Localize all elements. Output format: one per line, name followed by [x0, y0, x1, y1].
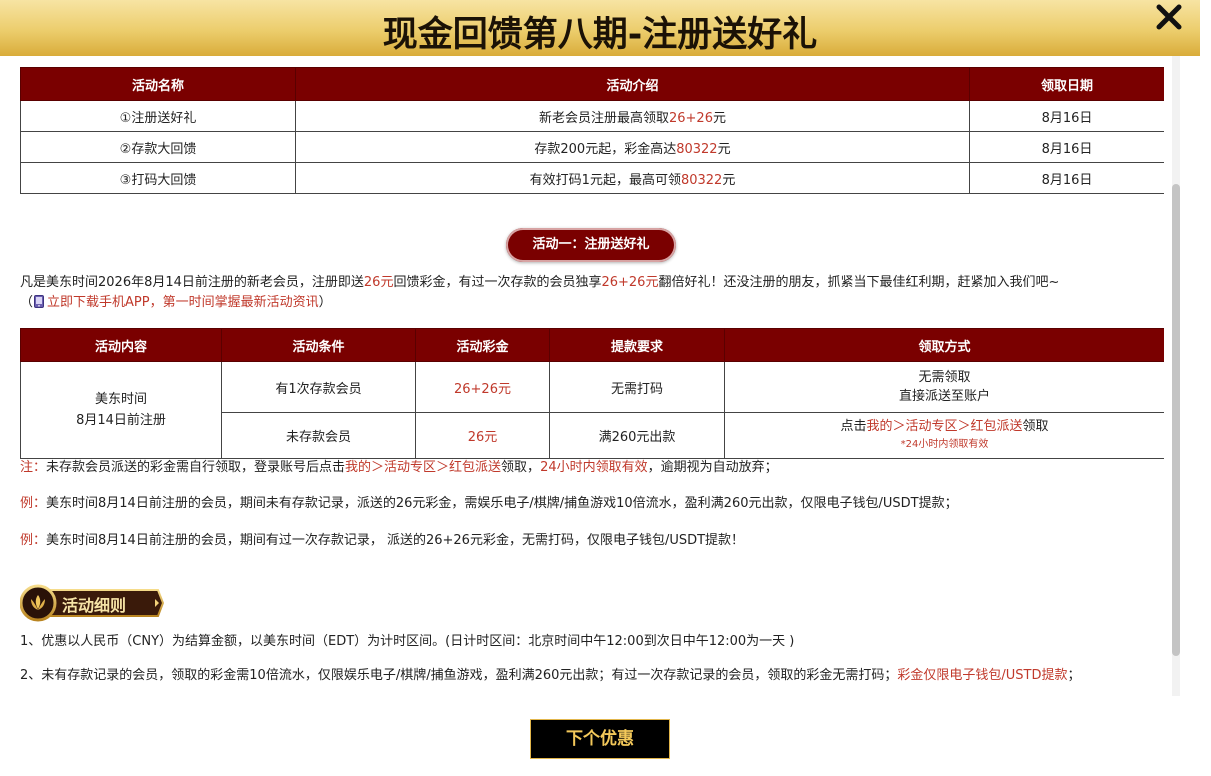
red-packet-link[interactable]: 我的＞活动专区＞红包派送 — [866, 419, 1022, 434]
intro-highlight: 26+26 — [669, 110, 713, 126]
rule-text: ； — [1067, 668, 1081, 683]
content-line: 美东时间 — [94, 392, 147, 407]
intro-text: 回馈彩金，有过一次存款的会员独享 — [393, 275, 602, 290]
intro-text: 凡是美东时间2026年8月14日前注册的新老会员，注册即送 — [20, 275, 364, 290]
claim-line: 无需领取 — [918, 370, 971, 385]
detail-header-row: 活动内容 活动条件 活动彩金 提款要求 领取方式 — [20, 328, 1164, 362]
detail-cell-condition: 有1次存款会员 — [221, 361, 416, 413]
rules-badge-label: 活动细则 — [62, 596, 127, 615]
table-row: ③打码大回馈 有效打码1元起，最高可领80322元 8月16日 — [20, 162, 1164, 194]
detail-cell-withdraw: 无需打码 — [549, 361, 725, 413]
summary-cell-date: 8月16日 — [969, 100, 1164, 132]
detail-table: 活动内容 活动条件 活动彩金 提款要求 领取方式 美东时间 8月14日前注册 有… — [20, 328, 1164, 459]
close-icon-svg — [1156, 4, 1182, 30]
note-3: 例：美东时间8月14日前注册的会员，期间有过一次存款记录， 派送的26+26元彩… — [20, 531, 744, 551]
intro-highlight: 26元 — [363, 275, 394, 290]
claim-text: 领取 — [1022, 419, 1049, 434]
note-highlight: 24小时内领取有效 — [540, 460, 648, 475]
table-row: ②存款大回馈 存款200元起，彩金高达80322元 8月16日 — [20, 131, 1164, 163]
content-scrollbar[interactable] — [1170, 56, 1182, 696]
detail-cell-bonus: 26元 — [415, 412, 550, 459]
intro-text: 有效打码1元起，最高可领 — [529, 172, 681, 188]
laurel-icon-svg — [31, 595, 45, 610]
claim-note: *24小时内领取有效 — [900, 439, 989, 450]
note-text: 未存款会员派送的彩金需自行领取，登录账号后点击 — [46, 460, 346, 475]
detail-header-claim: 领取方式 — [724, 328, 1164, 362]
detail-cell-content: 美东时间 8月14日前注册 — [20, 361, 222, 459]
detail-cell-claim: 点击我的＞活动专区＞红包派送领取 *24小时内领取有效 — [724, 412, 1164, 459]
summary-table: 活动名称 活动介绍 领取日期 ①注册送好礼 新老会员注册最高领取26+26元 8… — [20, 67, 1164, 194]
intro-paragraph: 凡是美东时间2026年8月14日前注册的新老会员，注册即送26元回馈彩金，有过一… — [20, 273, 1164, 313]
summary-cell-date: 8月16日 — [969, 162, 1164, 194]
page-title: 现金回馈第八期-注册送好礼 — [382, 15, 818, 55]
summary-header-name: 活动名称 — [20, 67, 296, 101]
detail-cell-claim: 无需领取 直接派送至账户 — [724, 361, 1164, 413]
summary-header-date: 领取日期 — [969, 67, 1164, 101]
intro-highlight: 80322 — [680, 172, 723, 188]
detail-header-bonus: 活动彩金 — [415, 328, 550, 362]
detail-cell-condition: 未存款会员 — [221, 412, 416, 459]
note-label: 例： — [20, 496, 47, 511]
note-text: 领取， — [501, 460, 541, 475]
section-pill: 活动一：注册送好礼 — [506, 228, 676, 262]
intro-text: 翻倍好礼！还没注册的朋友，抓紧当下最佳红利期，赶紧加入我们吧~ — [658, 275, 1060, 290]
intro-text: 新老会员注册最高领取 — [538, 110, 669, 126]
summary-cell-name: ③打码大回馈 — [20, 162, 296, 194]
note-text: 美东时间8月14日前注册的会员，期间未有存款记录，派送的26元彩金，需娱乐电子/… — [46, 496, 958, 511]
detail-cell-withdraw: 满260元出款 — [549, 412, 725, 459]
note-2: 例：美东时间8月14日前注册的会员，期间未有存款记录，派送的26元彩金，需娱乐电… — [20, 494, 958, 514]
summary-cell-date: 8月16日 — [969, 131, 1164, 163]
intro-suffix: 元 — [722, 172, 736, 188]
intro-highlight: 80322 — [676, 141, 718, 157]
phone-icon-svg — [34, 295, 45, 308]
promo-dialog: 现金回馈第八期-注册送好礼 活动名称 活动介绍 领取日期 ①注册送好礼 新老会员… — [0, 0, 1200, 776]
claim-line: 直接派送至账户 — [898, 389, 990, 404]
rule-text: 2、未有存款记录的会员，领取的彩金需10倍流水，仅限娱乐电子/棋牌/捕鱼游戏，盈… — [20, 668, 898, 683]
download-app-link[interactable]: 立即下载手机APP，第一时间掌握最新活动资讯 — [47, 295, 319, 310]
intro-text: 存款200元起，彩金高达 — [534, 141, 677, 157]
page-margin — [1200, 0, 1211, 776]
intro-suffix: 元 — [717, 141, 731, 157]
detail-header-condition: 活动条件 — [221, 328, 416, 362]
note-link[interactable]: 我的＞活动专区＞红包派送 — [345, 460, 501, 475]
rule-1: 1、优惠以人民币（CNY）为结算金额，以美东时间（EDT）为计时区间。(日计时区… — [20, 634, 795, 649]
rule-2: 2、未有存款记录的会员，领取的彩金需10倍流水，仅限娱乐电子/棋牌/捕鱼游戏，盈… — [20, 665, 1164, 686]
content-line: 8月14日前注册 — [76, 413, 166, 428]
summary-cell-name: ①注册送好礼 — [20, 100, 296, 132]
close-icon[interactable] — [1152, 2, 1186, 36]
detail-cell-bonus: 26+26元 — [415, 361, 550, 413]
paren-close: ） — [318, 295, 332, 310]
rule-highlight: 彩金仅限电子钱包/USTD提款 — [897, 668, 1068, 683]
note-text: ，逾期视为自动放弃； — [647, 460, 778, 475]
summary-cell-name: ②存款大回馈 — [20, 131, 296, 163]
summary-cell-intro: 存款200元起，彩金高达80322元 — [295, 131, 970, 163]
note-text: 美东时间8月14日前注册的会员，期间有过一次存款记录， 派送的26+26元彩金，… — [46, 533, 745, 548]
next-promo-button[interactable]: 下个优惠 — [530, 719, 670, 759]
note-label: 注： — [20, 460, 47, 475]
summary-header-row: 活动名称 活动介绍 领取日期 — [20, 67, 1164, 101]
scrollbar-thumb[interactable] — [1172, 184, 1180, 656]
laurel-icon — [27, 592, 49, 614]
intro-suffix: 元 — [712, 110, 726, 126]
detail-header-withdraw: 提款要求 — [549, 328, 725, 362]
dialog-header: 现金回馈第八期-注册送好礼 — [0, 0, 1200, 56]
summary-cell-intro: 新老会员注册最高领取26+26元 — [295, 100, 970, 132]
rules-badge: 活动细则 — [20, 584, 165, 622]
claim-text: 点击 — [840, 419, 867, 434]
paren-open: （ — [20, 295, 34, 310]
detail-header-content: 活动内容 — [20, 328, 222, 362]
dialog-content: 活动名称 活动介绍 领取日期 ①注册送好礼 新老会员注册最高领取26+26元 8… — [20, 56, 1164, 701]
phone-icon — [34, 295, 45, 308]
intro-highlight: 26+26元 — [601, 275, 659, 290]
table-row: ①注册送好礼 新老会员注册最高领取26+26元 8月16日 — [20, 100, 1164, 132]
summary-cell-intro: 有效打码1元起，最高可领80322元 — [295, 162, 970, 194]
note-1: 注：未存款会员派送的彩金需自行领取，登录账号后点击我的＞活动专区＞红包派送领取，… — [20, 458, 778, 478]
summary-header-intro: 活动介绍 — [295, 67, 970, 101]
note-label: 例： — [20, 533, 47, 548]
table-row: 美东时间 8月14日前注册 有1次存款会员 26+26元 无需打码 无需领取 直… — [20, 361, 1164, 459]
